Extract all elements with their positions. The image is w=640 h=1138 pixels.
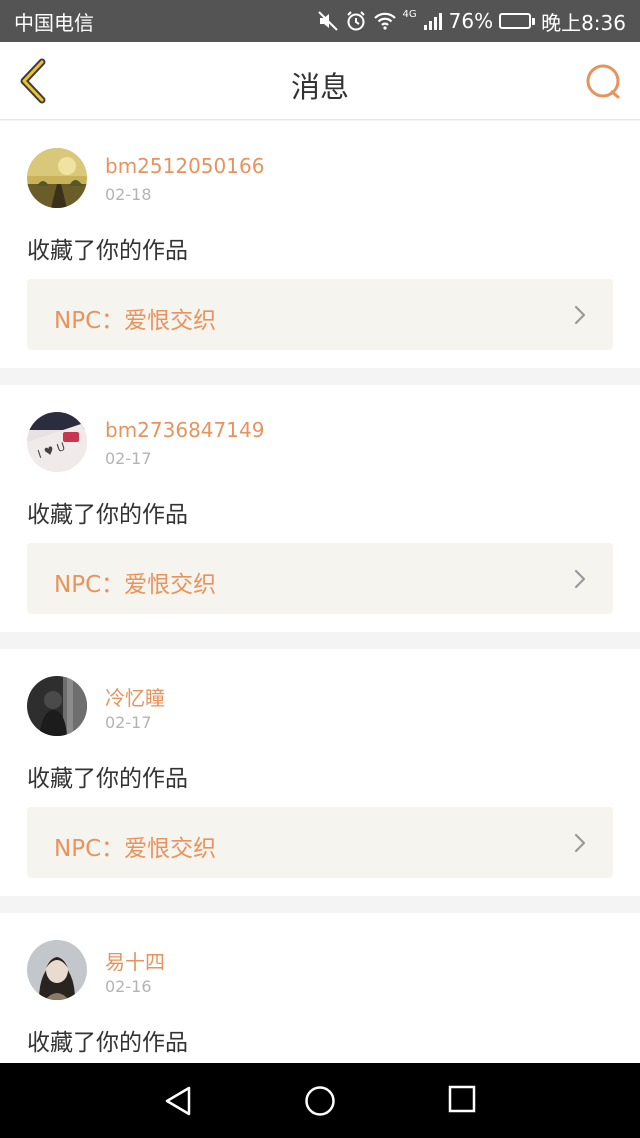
avatar[interactable] <box>27 676 87 736</box>
network-type-label: 4G <box>402 8 417 20</box>
username[interactable]: bm2736847149 <box>105 418 264 442</box>
work-title: NPC：爱恨交织 <box>54 836 217 862</box>
chevron-right-icon <box>574 305 586 325</box>
avatar[interactable] <box>27 940 87 1000</box>
message-list: bm2512050166 02-18 收藏了你的作品 NPC：爱恨交织 I ♥ … <box>0 121 640 1138</box>
action-text: 收藏了你的作品 <box>27 1030 188 1056</box>
screen: 中国电信 4G 76% 晚上8:36 消息 bm2512050166 02-18… <box>0 0 640 1138</box>
battery-icon <box>499 13 536 29</box>
username[interactable]: 易十四 <box>105 946 165 975</box>
work-link[interactable]: NPC：爱恨交织 <box>27 279 613 350</box>
message-card: 冷忆瞳 02-17 收藏了你的作品 NPC：爱恨交织 <box>0 649 640 896</box>
status-indicators: 4G 76% 晚上8:36 <box>317 7 626 36</box>
page-title: 消息 <box>290 70 349 104</box>
work-link[interactable]: NPC：爱恨交织 <box>27 807 613 878</box>
action-text: 收藏了你的作品 <box>27 766 188 792</box>
work-link[interactable]: NPC：爱恨交织 <box>27 543 613 614</box>
username[interactable]: bm2512050166 <box>105 154 264 178</box>
recents-nav-icon[interactable] <box>448 1085 476 1117</box>
wifi-icon <box>373 11 397 31</box>
message-date: 02-17 <box>105 449 152 468</box>
message-date: 02-18 <box>105 185 152 204</box>
message-card: I ♥ U bm2736847149 02-17 收藏了你的作品 NPC：爱恨交… <box>0 385 640 632</box>
battery-percent: 76% <box>448 9 494 33</box>
message-date: 02-16 <box>105 977 152 996</box>
chevron-right-icon <box>574 833 586 853</box>
header-bar: 消息 <box>0 42 640 120</box>
clock: 晚上8:36 <box>541 10 626 35</box>
alarm-icon <box>345 10 367 32</box>
mute-icon <box>317 10 339 32</box>
signal-icon <box>423 11 443 31</box>
avatar[interactable] <box>27 148 87 208</box>
work-title: NPC：爱恨交织 <box>54 572 217 598</box>
message-card: bm2512050166 02-18 收藏了你的作品 NPC：爱恨交织 <box>0 121 640 368</box>
action-text: 收藏了你的作品 <box>27 502 188 528</box>
chevron-right-icon <box>574 569 586 589</box>
search-icon <box>586 64 620 99</box>
username[interactable]: 冷忆瞳 <box>105 682 165 711</box>
message-date: 02-17 <box>105 713 152 732</box>
avatar[interactable]: I ♥ U <box>27 412 87 472</box>
back-nav-icon[interactable] <box>163 1085 193 1121</box>
carrier-label: 中国电信 <box>14 10 94 35</box>
work-title: NPC：爱恨交织 <box>54 308 217 334</box>
system-nav-bar <box>0 1063 640 1138</box>
home-nav-icon[interactable] <box>304 1085 336 1121</box>
status-bar: 中国电信 4G 76% 晚上8:36 <box>0 0 640 42</box>
action-text: 收藏了你的作品 <box>27 238 188 264</box>
search-button[interactable] <box>584 62 624 102</box>
